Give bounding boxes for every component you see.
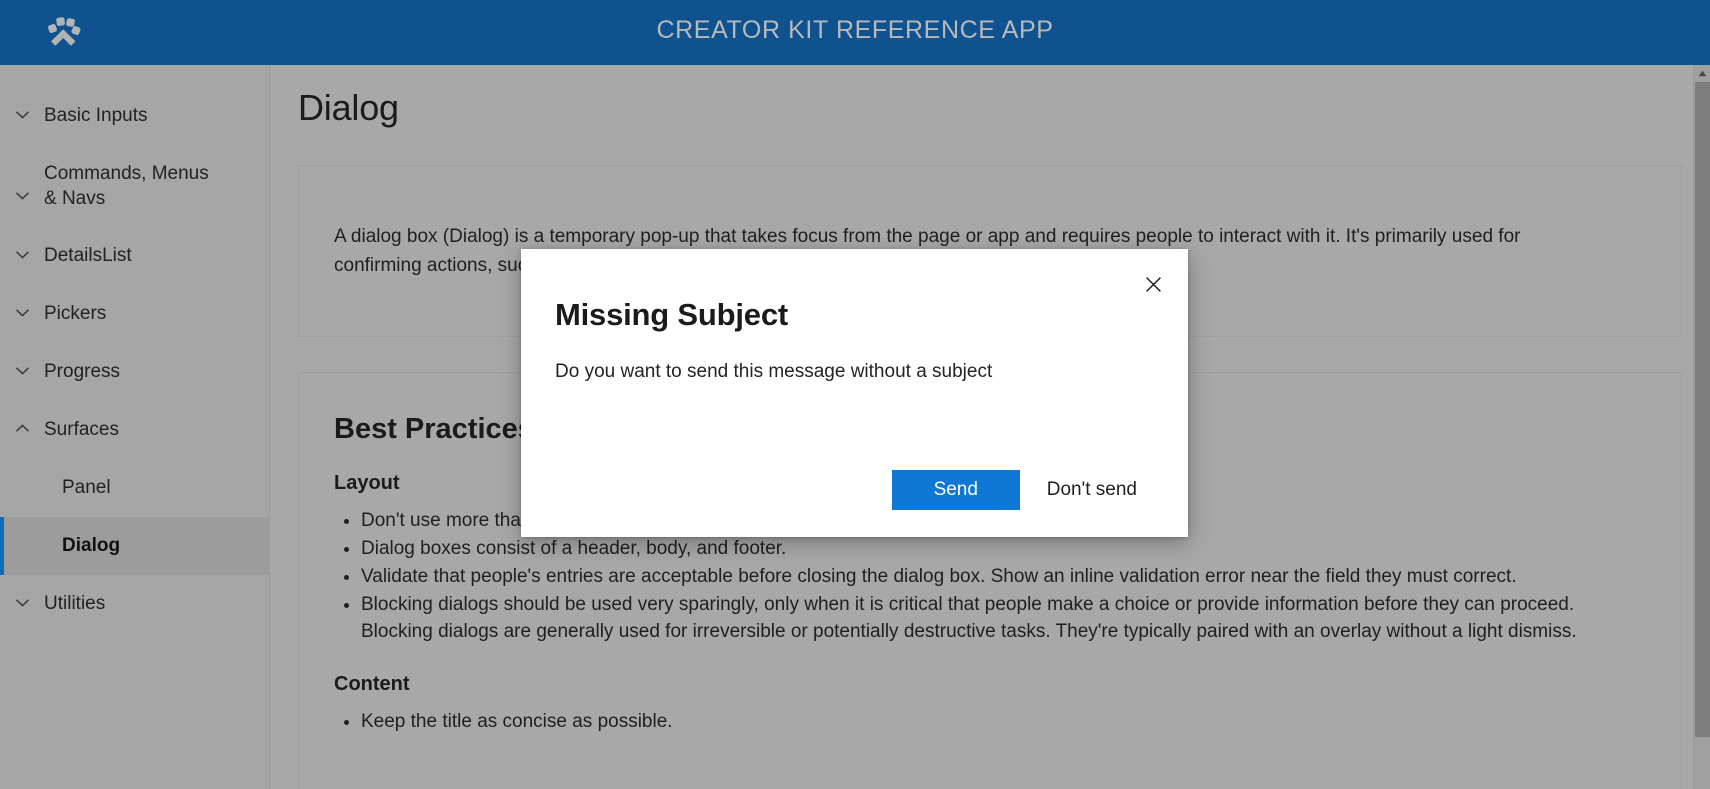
vertical-scrollbar[interactable] — [1693, 65, 1710, 789]
sidebar-item-pickers[interactable]: Pickers — [0, 285, 269, 343]
app-root: CREATOR KIT REFERENCE APP Basic Inputs C… — [0, 0, 1710, 789]
content-bullet-list: Keep the title as concise as possible. — [334, 708, 1646, 735]
sidebar-item-detailslist[interactable]: DetailsList — [0, 227, 269, 285]
sidebar-item-commands-menus-navs[interactable]: Commands, Menus & Navs — [0, 145, 269, 227]
sidebar-item-label: Commands, Menus & Navs — [44, 163, 209, 209]
list-item: Keep the title as concise as possible. — [361, 708, 1611, 735]
scroll-up-arrow-icon[interactable] — [1694, 65, 1710, 82]
sidebar-item-label: DetailsList — [44, 245, 132, 266]
sidebar-item-utilities[interactable]: Utilities — [0, 575, 269, 633]
sidebar-item-label: Basic Inputs — [44, 105, 148, 126]
chevron-down-icon — [0, 591, 44, 612]
list-item: Validate that people's entries are accep… — [361, 563, 1611, 590]
scrollbar-thumb[interactable] — [1695, 82, 1710, 737]
close-x-icon[interactable] — [1132, 263, 1174, 305]
sidebar-item-progress[interactable]: Progress — [0, 343, 269, 401]
chevron-down-icon — [0, 243, 44, 264]
page-title: Dialog — [298, 87, 399, 128]
sidebar-item-dialog[interactable]: Dialog — [0, 517, 269, 575]
chevron-down-icon — [0, 103, 44, 124]
sidebar-item-basic-inputs[interactable]: Basic Inputs — [0, 87, 269, 145]
sidebar-item-surfaces[interactable]: Surfaces — [0, 401, 269, 459]
dialog-footer: Send Don't send — [891, 470, 1156, 510]
chevron-down-icon — [0, 359, 44, 380]
sidebar-item-label: Progress — [44, 361, 121, 382]
dialog-subtext: Do you want to send this message without… — [555, 361, 993, 382]
sidebar-item-panel[interactable]: Panel — [0, 459, 269, 517]
chevron-down-icon — [0, 301, 44, 322]
app-header: CREATOR KIT REFERENCE APP — [0, 0, 1710, 65]
sidebar-item-label: Pickers — [44, 303, 107, 324]
list-item: Dialog boxes consist of a header, body, … — [361, 535, 1611, 562]
sidebar-item-label: Utilities — [44, 593, 106, 614]
dont-send-button[interactable]: Don't send — [1028, 470, 1156, 510]
list-item: Blocking dialogs should be used very spa… — [361, 591, 1611, 645]
sidebar-subitem-label: Panel — [62, 477, 111, 498]
send-button[interactable]: Send — [891, 470, 1020, 510]
app-title: CREATOR KIT REFERENCE APP — [656, 16, 1054, 44]
chevron-up-icon — [0, 417, 44, 438]
dialog-title: Missing Subject — [555, 297, 788, 332]
missing-subject-dialog: Missing Subject Do you want to send this… — [521, 249, 1188, 537]
sidebar: Basic Inputs Commands, Menus & Navs Deta… — [0, 65, 270, 789]
sidebar-subitem-label: Dialog — [62, 535, 121, 556]
content-heading: Content — [334, 673, 410, 695]
chevron-down-icon — [0, 161, 44, 205]
sidebar-item-label: Surfaces — [44, 419, 119, 440]
